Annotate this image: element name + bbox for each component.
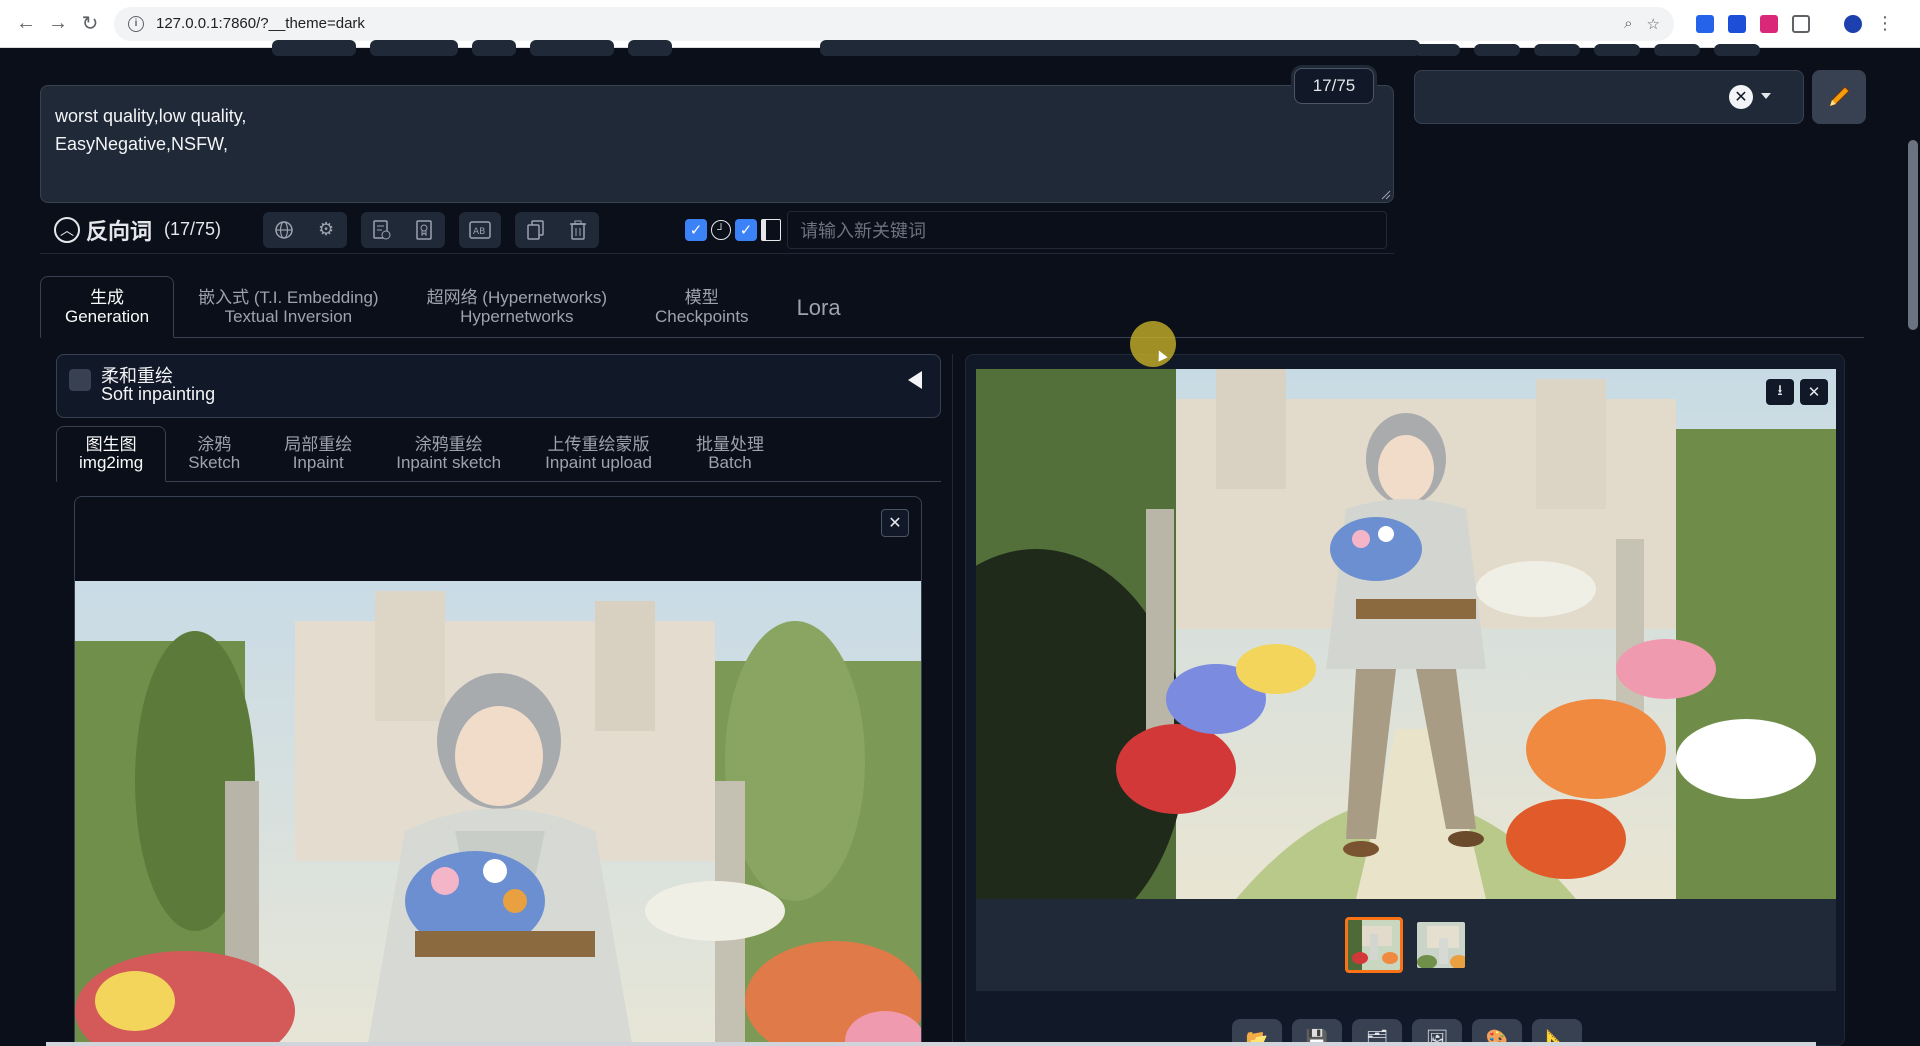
- tab-inpaint[interactable]: 局部重绘 Inpaint: [262, 426, 374, 482]
- tab-label-cn: 模型: [684, 288, 719, 307]
- tab-img2img[interactable]: 图生图 img2img: [56, 426, 167, 482]
- tab-label-cn: 超网络 (Hypernetworks): [426, 288, 607, 307]
- clear-icon[interactable]: ✕: [1729, 85, 1753, 109]
- edit-pencil-button[interactable]: [1812, 70, 1866, 124]
- right-toolbar-partial: [1414, 44, 1764, 58]
- tab-label-en: Inpaint: [292, 453, 344, 472]
- tab-generation[interactable]: 生成 Generation: [40, 276, 175, 338]
- tab-label-cn: 涂鸦重绘: [414, 435, 483, 454]
- tab-label-en: img2img: [79, 453, 144, 472]
- globe-icon[interactable]: [263, 212, 305, 248]
- negative-title: 反向词: [86, 218, 153, 244]
- negative-prompt-textarea[interactable]: worst quality,low quality, EasyNegative,…: [40, 85, 1394, 203]
- scrollbar-thumb[interactable]: [1908, 140, 1918, 330]
- new-keyword-input[interactable]: 请输入新关键词: [787, 210, 1388, 249]
- positive-toolbar-partial: [40, 40, 1420, 58]
- tab-lora[interactable]: Lora: [773, 276, 865, 338]
- tab-inpaint-sketch[interactable]: 涂鸦重绘 Inpaint sketch: [374, 426, 523, 482]
- output-image-viewer[interactable]: ⭳ ✕: [976, 369, 1836, 899]
- tab-label: Lora: [796, 294, 841, 320]
- extension-image-icon[interactable]: [1760, 14, 1778, 33]
- output-gallery-panel: ⭳ ✕ 📂 💾 🗂 🖼 🎨 📐: [965, 354, 1845, 1046]
- browser-menu-icon[interactable]: ⋮: [1876, 13, 1894, 34]
- url-text: 127.0.0.1:7860/?__theme=dark: [156, 15, 365, 32]
- horizontal-scrollbar[interactable]: [46, 1042, 1816, 1046]
- negative-prompt-toolbar: ︿ 反向词 (17/75) ⚙ AB ✓ ┘ ✓ 请输入新关键词: [40, 206, 1394, 254]
- extensions-puzzle-icon[interactable]: [1792, 14, 1810, 33]
- tab-checkpoints[interactable]: 模型 Checkpoints: [631, 276, 773, 338]
- translate-ab-icon[interactable]: AB: [459, 212, 501, 248]
- bookmark-icon[interactable]: [403, 212, 445, 248]
- tab-label-cn: 图生图: [85, 435, 137, 454]
- tab-label-en: Generation: [65, 307, 150, 326]
- panel-toggle-icon[interactable]: [761, 218, 782, 241]
- thumbnail-2[interactable]: [1415, 920, 1467, 970]
- thumbnail-strip: [976, 899, 1836, 991]
- img2img-input-panel: 柔和重绘 Soft inpainting 图生图 img2img 涂鸦 Sket…: [56, 354, 941, 1046]
- history-doc-icon[interactable]: [361, 212, 403, 248]
- tab-label-cn: 批量处理: [695, 435, 764, 454]
- label-en: Soft inpainting: [101, 384, 216, 404]
- tab-label-en: Batch: [708, 453, 752, 472]
- download-icon[interactable]: ⭳: [1766, 379, 1794, 405]
- tab-batch[interactable]: 批量处理 Batch: [674, 426, 786, 482]
- soft-inpainting-accordion[interactable]: 柔和重绘 Soft inpainting: [56, 354, 941, 418]
- panel-divider: [952, 354, 953, 1046]
- close-icon[interactable]: ✕: [1800, 379, 1828, 405]
- model-dropdown[interactable]: ✕: [1414, 70, 1804, 124]
- back-icon[interactable]: ←: [10, 8, 42, 40]
- input-image: [75, 581, 921, 1046]
- negative-prompt-line-1: worst quality,low quality,: [55, 106, 247, 126]
- tab-hypernetworks[interactable]: 超网络 (Hypernetworks) Hypernetworks: [403, 276, 631, 338]
- tab-label-en: Checkpoints: [655, 307, 749, 326]
- label-cn: 柔和重绘: [101, 366, 173, 386]
- tab-textual-inversion[interactable]: 嵌入式 (T.I. Embedding) Textual Inversion: [174, 276, 402, 338]
- main-tab-bar: 生成 Generation 嵌入式 (T.I. Embedding) Textu…: [40, 276, 1864, 338]
- clock-icon[interactable]: ┘: [711, 219, 732, 240]
- close-icon[interactable]: ✕: [881, 509, 909, 537]
- tab-sketch[interactable]: 涂鸦 Sketch: [166, 426, 262, 482]
- extension-translate-icon[interactable]: [1696, 14, 1714, 33]
- forward-icon[interactable]: →: [42, 8, 74, 40]
- img2img-mode-tabs: 图生图 img2img 涂鸦 Sketch 局部重绘 Inpaint 涂鸦重绘 …: [56, 426, 941, 482]
- tab-label-cn: 涂鸦: [197, 435, 232, 454]
- resize-handle-icon[interactable]: [1381, 190, 1391, 200]
- auto-checkbox-2[interactable]: ✓: [735, 218, 758, 241]
- tab-label-cn: 生成: [90, 288, 125, 307]
- profile-avatar-icon[interactable]: [1844, 14, 1862, 33]
- tab-inpaint-upload[interactable]: 上传重绘蒙版 Inpaint upload: [523, 426, 674, 482]
- thumbnail-1[interactable]: [1345, 917, 1403, 973]
- pencil-icon: [1829, 86, 1850, 107]
- trash-icon[interactable]: [557, 212, 599, 248]
- tab-label-cn: 嵌入式 (T.I. Embedding): [198, 288, 379, 307]
- tab-label-cn: 上传重绘蒙版: [547, 435, 650, 454]
- svg-text:AB: AB: [473, 227, 485, 237]
- auto-checkbox-1[interactable]: ✓: [685, 218, 708, 241]
- tab-label-en: Sketch: [188, 453, 241, 472]
- tab-label-en: Hypernetworks: [460, 307, 574, 326]
- negative-count: (17/75): [164, 219, 222, 239]
- tab-label-en: Inpaint upload: [545, 453, 652, 472]
- copy-icon[interactable]: [515, 212, 557, 248]
- tab-label-en: Inpaint sketch: [396, 453, 502, 472]
- collapse-triangle-icon[interactable]: [908, 371, 922, 389]
- zoom-icon[interactable]: ⌕: [1624, 15, 1632, 33]
- tab-label-en: Textual Inversion: [224, 307, 353, 326]
- reload-icon[interactable]: ↻: [74, 8, 106, 40]
- output-image: [976, 369, 1836, 899]
- cursor-highlight: [1130, 321, 1176, 367]
- collapse-up-icon[interactable]: ︿: [54, 216, 80, 243]
- soft-inpainting-checkbox[interactable]: [69, 369, 91, 391]
- soft-inpainting-label: 柔和重绘 Soft inpainting: [101, 367, 215, 403]
- gear-icon[interactable]: ⚙: [305, 212, 347, 248]
- bookmark-star-icon[interactable]: ☆: [1647, 15, 1660, 33]
- tab-label-cn: 局部重绘: [284, 435, 353, 454]
- negative-prompt-line-2: EasyNegative,NSFW,: [55, 134, 229, 154]
- token-counter: 17/75: [1294, 68, 1374, 104]
- address-bar[interactable]: i 127.0.0.1:7860/?__theme=dark ⌕ ☆: [114, 6, 1674, 41]
- input-image-dropzone[interactable]: ✕: [74, 496, 922, 1046]
- site-info-icon[interactable]: i: [128, 15, 144, 32]
- chevron-down-icon[interactable]: [1761, 93, 1771, 99]
- extension-flag-icon[interactable]: [1728, 14, 1746, 33]
